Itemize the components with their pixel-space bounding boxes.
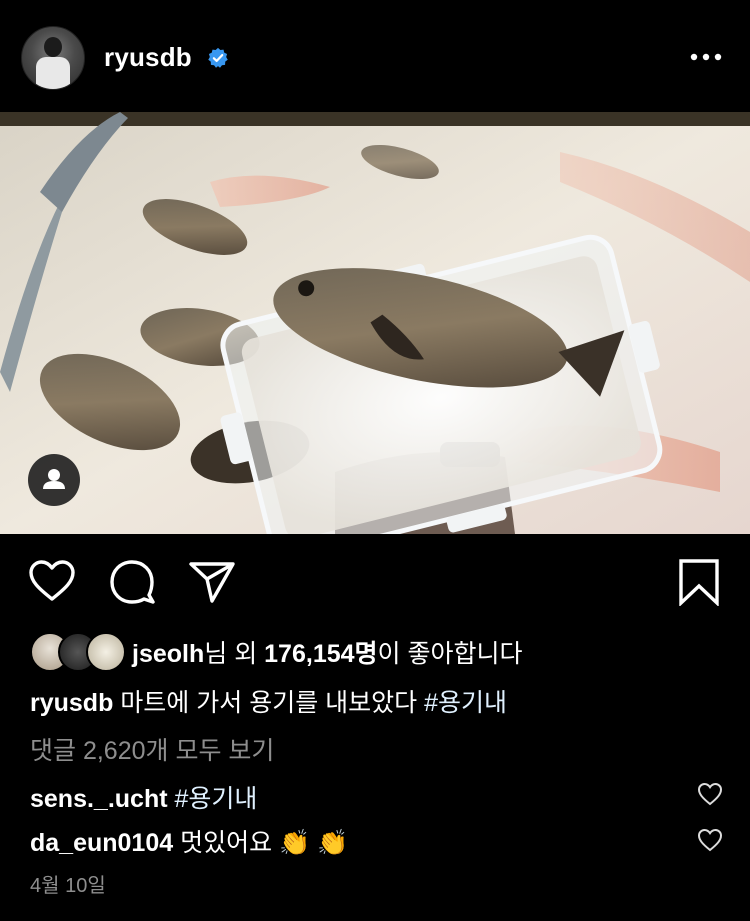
action-bar [0, 534, 750, 624]
caption-hashtag[interactable]: #용기내 [424, 689, 507, 717]
avatar[interactable] [21, 26, 85, 90]
likes-mid-text: 님 외 [204, 640, 265, 668]
heart-icon[interactable] [28, 559, 76, 603]
likes-count[interactable]: 176,154명 [264, 640, 377, 668]
likes-row[interactable]: jseolh님 외 176,154명이 좋아합니다 [30, 628, 730, 672]
fish-photo-illustration [0, 112, 750, 534]
liker-avatar [86, 632, 126, 672]
send-icon[interactable] [188, 560, 236, 604]
comment-heart-icon[interactable] [697, 828, 723, 852]
user-tag-button[interactable] [28, 454, 80, 506]
likes-username[interactable]: jseolh [132, 640, 204, 668]
comment-text[interactable]: #용기내 [168, 785, 258, 813]
post-username[interactable]: ryusdb [104, 42, 192, 73]
likes-text: jseolh님 외 176,154명이 좋아합니다 [132, 634, 522, 670]
comment-heart-icon[interactable] [697, 782, 723, 806]
post-header: ryusdb [0, 0, 750, 112]
likes-suffix: 이 좋아합니다 [377, 640, 523, 668]
comment-item: sens._.ucht #용기내 [30, 779, 257, 815]
view-all-comments-link[interactable]: 댓글 2,620개 모두 보기 [30, 731, 274, 767]
avatar-figure-body [36, 57, 70, 89]
bookmark-icon[interactable] [678, 558, 720, 606]
user-tag-icon [43, 469, 65, 489]
more-icon[interactable] [688, 50, 724, 64]
comment-item: da_eun0104 멋있어요 👏 👏 [30, 823, 348, 859]
comment-username[interactable]: sens._.ucht [30, 785, 168, 813]
post-date: 4월 10일 [30, 875, 106, 897]
comment-icon[interactable] [109, 559, 157, 605]
caption-text: 마트에 가서 용기를 내보았다 [113, 689, 425, 717]
comment-text: 멋있어요 [173, 829, 273, 857]
post-photo[interactable] [0, 112, 750, 534]
clapping-emoji: 👏 👏 [279, 829, 349, 857]
comment-username[interactable]: da_eun0104 [30, 829, 173, 857]
caption: ryusdb 마트에 가서 용기를 내보았다 #용기내 [30, 683, 507, 719]
caption-username[interactable]: ryusdb [30, 689, 113, 717]
avatar-figure-head [44, 37, 62, 57]
verified-badge-icon [208, 47, 228, 68]
